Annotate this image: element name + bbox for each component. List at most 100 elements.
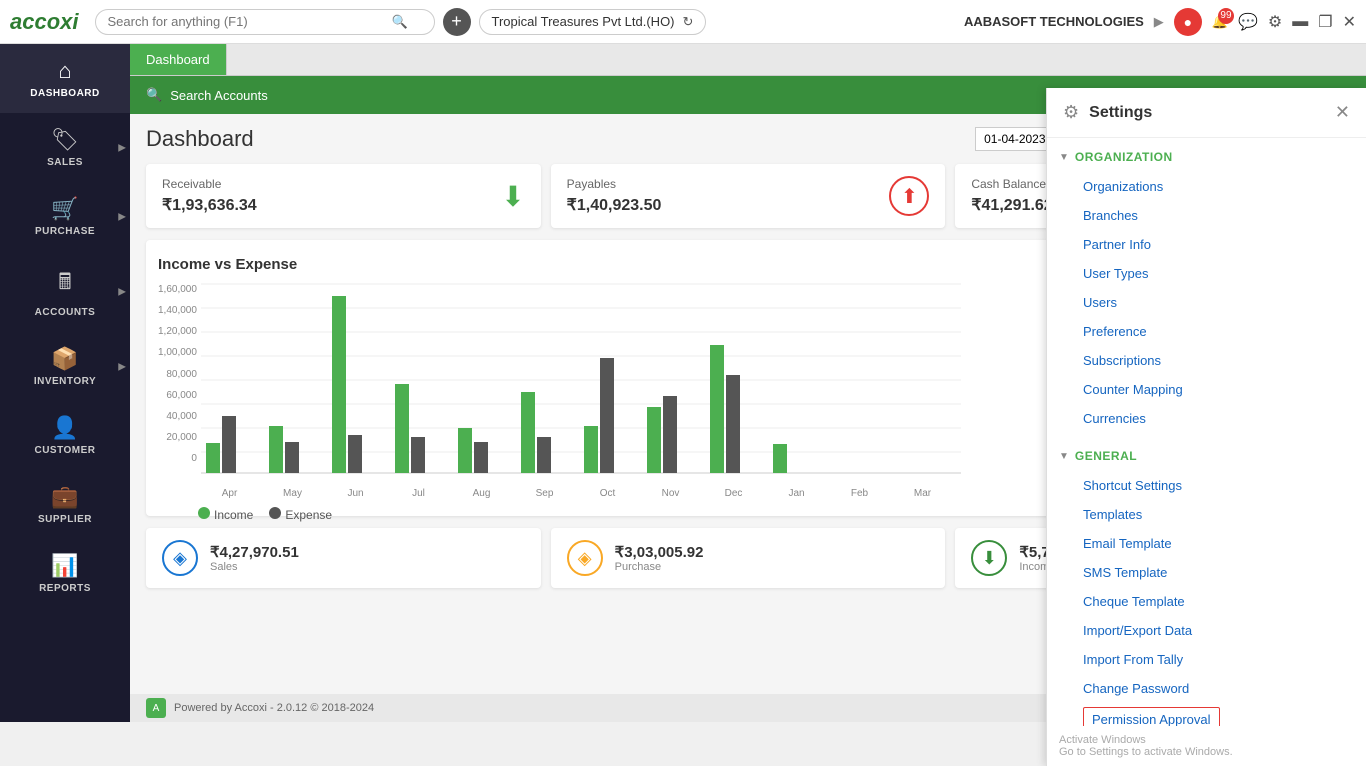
bar-chart-svg	[201, 284, 961, 474]
refresh-icon[interactable]: ↻	[683, 14, 694, 30]
bar-oct-expense	[600, 358, 614, 473]
search-box[interactable]: 🔍	[95, 9, 435, 35]
settings-item-import-tally[interactable]: Import From Tally	[1071, 645, 1366, 674]
settings-item-currencies[interactable]: Currencies	[1071, 404, 1366, 433]
sidebar-label-dashboard: DASHBOARD	[30, 88, 100, 99]
general-section-header[interactable]: ▼ GENERAL	[1047, 441, 1366, 471]
payables-label: Payables	[567, 177, 662, 191]
sales-bottom-card: ◈ ₹4,27,970.51 Sales	[146, 528, 541, 588]
settings-item-email-template[interactable]: Email Template	[1071, 529, 1366, 558]
bar-jun-income	[332, 296, 346, 473]
bar-nov-income	[647, 407, 661, 473]
settings-item-users[interactable]: Users	[1071, 288, 1366, 317]
settings-item-templates[interactable]: Templates	[1071, 500, 1366, 529]
sidebar-item-supplier[interactable]: 💼 SUPPLIER	[0, 470, 130, 539]
general-title: GENERAL	[1075, 449, 1137, 463]
bar-sep-expense	[537, 437, 551, 473]
settings-item-partner-info[interactable]: Partner Info	[1071, 230, 1366, 259]
inventory-arrow: ▶	[118, 361, 126, 372]
organization-arrow: ▼	[1059, 152, 1069, 163]
bar-dec-income	[710, 345, 724, 473]
search-accounts-label: Search Accounts	[170, 88, 268, 103]
general-items: Shortcut Settings Templates Email Templa…	[1047, 471, 1366, 726]
chart-title: Income vs Expense	[158, 256, 297, 273]
payables-icon: ⬆	[889, 176, 929, 216]
purchase-bottom-card: ◈ ₹3,03,005.92 Purchase	[551, 528, 946, 588]
restore-icon[interactable]: ❐	[1318, 12, 1332, 32]
message-icon[interactable]: 💬	[1238, 12, 1258, 32]
organization-title: ORGANIZATION	[1075, 150, 1173, 164]
bar-dec-expense	[726, 375, 740, 473]
search-icon: 🔍	[392, 14, 408, 30]
sales-bottom-label: Sales	[210, 561, 299, 573]
general-arrow: ▼	[1059, 451, 1069, 462]
settings-item-branches[interactable]: Branches	[1071, 201, 1366, 230]
settings-item-organizations[interactable]: Organizations	[1071, 172, 1366, 201]
settings-close-icon[interactable]: ✕	[1335, 102, 1350, 123]
sales-arrow: ▶	[118, 142, 126, 153]
search-accounts-icon: 🔍	[146, 87, 162, 103]
receivable-card: Receivable ₹1,93,636.34 ⬇	[146, 164, 541, 228]
settings-item-cheque-template[interactable]: Cheque Template	[1071, 587, 1366, 616]
logo: accoxi	[10, 9, 79, 35]
sidebar-item-customer[interactable]: 👤 CUSTOMER	[0, 401, 130, 470]
purchase-bottom-icon: ◈	[567, 540, 603, 576]
topbar-right: AABASOFT TECHNOLOGIES ▶ ● 🔔 99 💬 ⚙ ▬ ❐ ✕	[964, 8, 1356, 36]
settings-item-change-password[interactable]: Change Password	[1071, 674, 1366, 703]
reports-icon: 📊	[51, 553, 78, 579]
windows-watermark: Activate WindowsGo to Settings to activa…	[1047, 726, 1366, 766]
sidebar-item-inventory[interactable]: 📦 INVENTORY ▶	[0, 332, 130, 401]
bar-jul-income	[395, 384, 409, 473]
sales-icon: 🏷	[51, 127, 79, 153]
settings-gear-icon: ⚙	[1063, 102, 1079, 123]
y-axis: 1,60,000 1,40,000 1,20,000 1,00,000 80,0…	[158, 284, 201, 464]
settings-item-counter-mapping[interactable]: Counter Mapping	[1071, 375, 1366, 404]
settings-item-preference[interactable]: Preference	[1071, 317, 1366, 346]
bar-apr-expense	[222, 416, 236, 473]
company-label: AABASOFT TECHNOLOGIES	[964, 14, 1144, 29]
chart-legend: Income Expense	[158, 507, 1178, 522]
bar-may-expense	[285, 442, 299, 473]
settings-item-shortcut[interactable]: Shortcut Settings	[1071, 471, 1366, 500]
sales-bottom-icon: ◈	[162, 540, 198, 576]
inventory-icon: 📦	[51, 346, 78, 372]
settings-item-user-types[interactable]: User Types	[1071, 259, 1366, 288]
minimize-icon[interactable]: ▬	[1292, 13, 1308, 31]
settings-item-import-export[interactable]: Import/Export Data	[1071, 616, 1366, 645]
settings-item-permission-approval[interactable]: Permission Approval	[1083, 707, 1220, 726]
sidebar-label-supplier: SUPPLIER	[38, 514, 92, 525]
company-name: Tropical Treasures Pvt Ltd.(HO)	[492, 14, 675, 29]
footer-text: Powered by Accoxi - 2.0.12 © 2018-2024	[174, 702, 374, 714]
bar-jan-income	[773, 444, 787, 473]
sidebar-label-accounts: ACCOUNTS	[35, 307, 96, 318]
payables-card: Payables ₹1,40,923.50 ⬆	[551, 164, 946, 228]
bar-nov-expense	[663, 396, 677, 473]
search-input[interactable]	[108, 14, 388, 29]
footer-logo: A	[146, 698, 166, 718]
receivable-icon: ⬇	[501, 180, 524, 213]
add-button[interactable]: +	[443, 8, 471, 36]
sidebar-item-reports[interactable]: 📊 REPORTS	[0, 539, 130, 608]
company-selector[interactable]: Tropical Treasures Pvt Ltd.(HO) ↻	[479, 9, 707, 35]
organization-items: Organizations Branches Partner Info User…	[1047, 172, 1366, 433]
settings-item-sms-template[interactable]: SMS Template	[1071, 558, 1366, 587]
settings-title: Settings	[1089, 104, 1152, 122]
bar-may-income	[269, 426, 283, 473]
sales-bottom-value: ₹4,27,970.51	[210, 543, 299, 561]
receivable-label: Receivable	[162, 177, 257, 191]
settings-body: ▼ ORGANIZATION Organizations Branches Pa…	[1047, 138, 1366, 726]
user-avatar[interactable]: ●	[1174, 8, 1202, 36]
accounts-arrow: ▶	[118, 286, 126, 297]
sidebar-item-sales[interactable]: 🏷 SALES ▶	[0, 113, 130, 182]
sidebar-item-dashboard[interactable]: ⌂ DASHBOARD	[0, 44, 130, 113]
close-window-icon[interactable]: ✕	[1343, 12, 1356, 32]
settings-topbar-icon[interactable]: ⚙	[1268, 12, 1282, 32]
sidebar-item-accounts[interactable]: 🖩 ACCOUNTS ▶	[0, 251, 130, 332]
settings-item-subscriptions[interactable]: Subscriptions	[1071, 346, 1366, 375]
organization-section-header[interactable]: ▼ ORGANIZATION	[1047, 142, 1366, 172]
tab-dashboard[interactable]: Dashboard	[130, 44, 227, 75]
bar-sep-income	[521, 392, 535, 473]
sidebar-item-purchase[interactable]: 🛒 PURCHASE ▶	[0, 182, 130, 251]
income-bottom-icon: ⬇	[971, 540, 1007, 576]
notification-bell[interactable]: 🔔 99	[1212, 14, 1228, 30]
